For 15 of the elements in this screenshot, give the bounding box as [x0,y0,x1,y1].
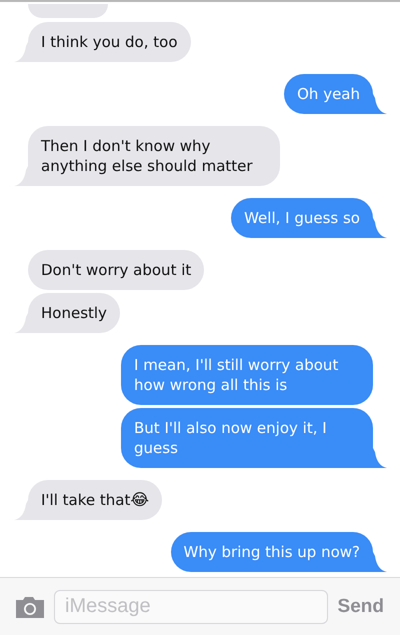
bubble-tail-icon [14,166,28,186]
bubble-tail-icon [373,218,387,238]
message-bubble: Then I don't know why anything else should matter [28,126,280,186]
message-bubble: But I'll also now enjoy it, I guess [121,408,373,468]
message-field[interactable]: iMessage [54,590,328,624]
bubble-tail-icon [373,552,387,572]
bubble-tail-icon [14,500,28,520]
send-button[interactable]: Send [336,596,386,618]
bubble-tail-icon [373,94,387,114]
bubble-tail-icon [14,42,28,62]
bubble-tail-icon [14,313,28,333]
message-bubble: I mean, I'll still worry about how wrong all this is [121,345,373,405]
bubble-tail-icon [373,448,387,468]
message-bubble: Don't worry about it [28,250,204,290]
camera-icon[interactable] [14,594,46,618]
